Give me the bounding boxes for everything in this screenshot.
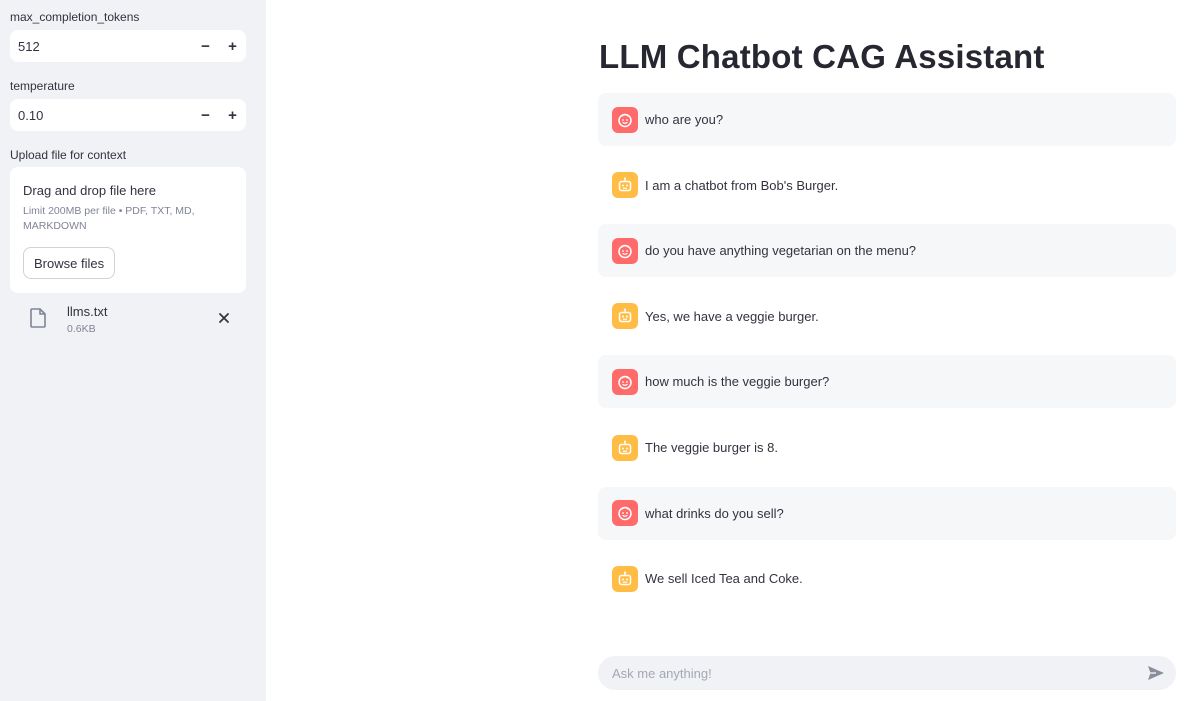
message-text: Yes, we have a veggie burger. [645,308,819,324]
temperature-decrement-button[interactable]: − [192,99,219,131]
assistant-message: We sell Iced Tea and Coke. [598,552,1176,605]
assistant-robot-icon [612,172,638,199]
assistant-message: Yes, we have a veggie burger. [598,290,1176,343]
sidebar: max_completion_tokens 512 − + temperatur… [0,0,266,701]
message-text: who are you? [645,112,724,127]
main-area: LLM Chatbot CAG Assistant who are you? I … [266,0,1200,701]
temperature-input[interactable]: 0.10 − + [10,99,246,131]
dropzone-title: Drag and drop file here [23,183,156,198]
message-text: how much is the veggie burger? [645,374,830,390]
user-face-icon [612,237,638,264]
upload-label: Upload file for context [10,148,127,162]
temperature-value[interactable]: 0.10 [10,108,192,123]
message-text: The veggie burger is 8. [645,440,778,455]
assistant-message: I am a chatbot from Bob's Burger. [598,159,1176,212]
send-icon[interactable] [1136,665,1176,681]
user-message: who are you? [598,93,1176,146]
message-text: We sell Iced Tea and Coke. [645,571,803,587]
message-text: I am a chatbot from Bob's Burger. [645,177,839,193]
remove-file-close-icon[interactable] [217,311,231,330]
chat-input-placeholder[interactable]: Ask me anything! [612,666,1136,681]
max-tokens-value[interactable]: 512 [10,39,192,54]
file-dropzone[interactable]: Drag and drop file here Limit 200MB per … [10,167,246,293]
assistant-robot-icon [612,565,638,592]
user-face-icon [612,368,638,395]
message-text: do you have anything vegetarian on the m… [645,243,917,259]
uploaded-file-name: llms.txt [67,304,108,319]
user-message: do you have anything vegetarian on the m… [598,224,1176,278]
user-face-icon [612,500,638,527]
temperature-label: temperature [10,79,75,93]
max-tokens-increment-button[interactable]: + [219,30,246,62]
user-message: how much is the veggie burger? [598,355,1176,409]
dropzone-limit-text: Limit 200MB per file • PDF, TXT, MD, MAR… [23,205,195,232]
page-title: LLM Chatbot CAG Assistant [599,38,1045,75]
max-tokens-input[interactable]: 512 − + [10,30,246,62]
browse-files-button[interactable]: Browse files [23,247,116,279]
assistant-robot-icon [612,303,638,330]
uploaded-file-item: llms.txt 0.6KB [10,302,246,342]
temperature-increment-button[interactable]: + [219,99,246,131]
chat-input[interactable]: Ask me anything! [598,656,1176,690]
assistant-robot-icon [612,434,638,461]
user-message: what drinks do you sell? [598,486,1176,540]
max-tokens-label: max_completion_tokens [10,10,140,24]
file-icon [30,308,46,333]
assistant-message: The veggie burger is 8. [598,421,1176,474]
user-face-icon [612,106,638,133]
uploaded-file-size: 0.6KB [67,323,96,335]
message-text: what drinks do you sell? [645,505,784,521]
max-tokens-decrement-button[interactable]: − [192,30,219,62]
